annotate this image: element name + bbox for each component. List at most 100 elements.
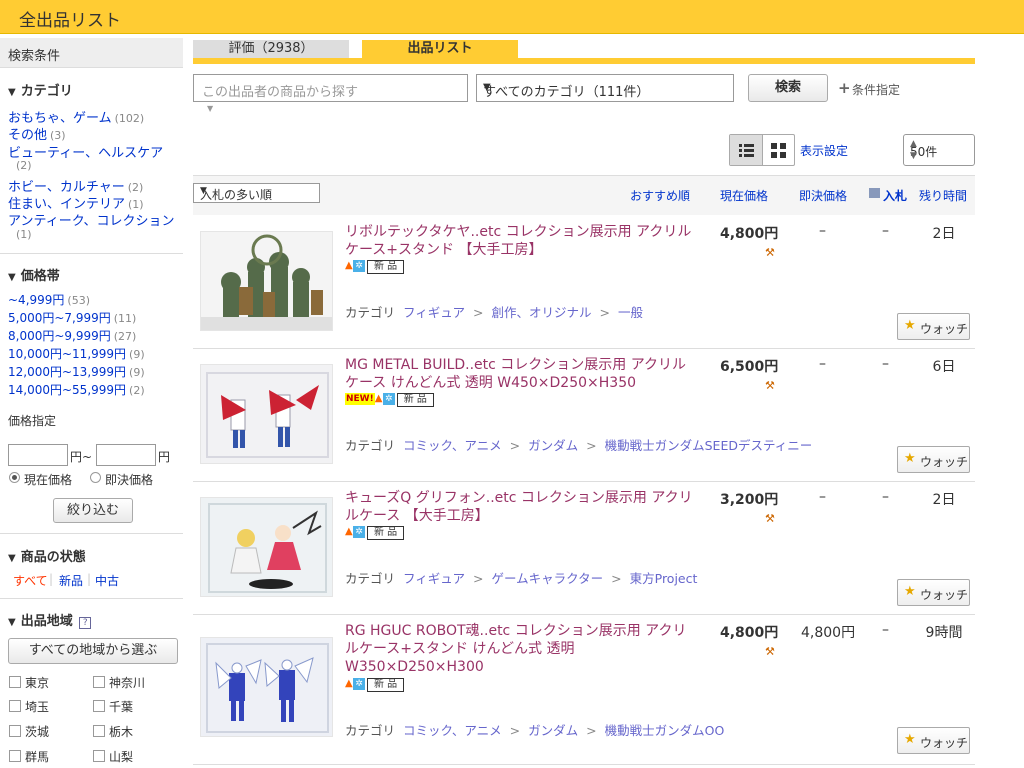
category-crumb[interactable]: 機動戦士ガンダムOO	[605, 723, 725, 738]
star-icon: ★	[904, 318, 916, 333]
yen-range-label: 円~	[70, 450, 93, 464]
sort-current-price[interactable]: 現在価格	[720, 187, 768, 204]
price-range-link[interactable]: 12,000円~13,999円 (9)	[8, 363, 145, 380]
category-crumb[interactable]: ガンダム	[528, 723, 578, 738]
radio-buyitnow-price[interactable]	[90, 472, 101, 483]
condition-section-title[interactable]: ▼ 商品の状態	[8, 546, 86, 565]
figure-image	[201, 638, 332, 736]
fire-icon: ▲	[345, 526, 353, 537]
region-checkbox[interactable]	[9, 700, 21, 712]
category-crumb[interactable]: 機動戦士ガンダムSEEDデスティニー	[605, 438, 813, 453]
fire-icon: ▲	[345, 678, 353, 689]
category-crumb[interactable]: コミック、アニメ	[403, 723, 502, 738]
category-select[interactable]: すべてのカテゴリ（111件） ▼	[476, 74, 734, 102]
list-item: キューズQ グリフォン..etc コレクション展示用 アクリルケース 【大手工房…	[193, 482, 975, 615]
brand-icon: ✲	[353, 678, 365, 690]
category-link[interactable]: その他 (3)	[8, 124, 66, 143]
region-checkbox[interactable]	[9, 676, 21, 688]
item-badges: NEW!▲ ✲ 新 品	[345, 393, 434, 407]
bid-count: –	[882, 356, 889, 372]
region-checkbox[interactable]	[93, 676, 105, 688]
price-range-link[interactable]: 8,000円~9,999円 (27)	[8, 327, 136, 344]
price-range-link[interactable]: 5,000円~7,999円 (11)	[8, 309, 136, 326]
bid-count: –	[882, 489, 889, 505]
select-region-button[interactable]: すべての地域から選ぶ	[8, 638, 178, 664]
list-view-icon	[739, 144, 754, 157]
radio-current-price[interactable]	[9, 472, 20, 483]
item-thumbnail[interactable]	[200, 364, 333, 464]
watch-button[interactable]: ★ ウォッチ	[897, 579, 970, 606]
category-crumb[interactable]: コミック、アニメ	[403, 438, 502, 453]
tab-underline	[193, 58, 975, 64]
region-checkbox[interactable]	[93, 700, 105, 712]
price-range-section-title[interactable]: ▼ 価格帯	[8, 265, 60, 284]
per-page-select[interactable]: 50件 ▲ ▼	[903, 134, 975, 166]
price-min-input[interactable]	[8, 444, 68, 466]
plus-icon[interactable]: +	[838, 79, 851, 97]
chevron-down-icon: ▼	[910, 151, 917, 161]
yen-label: 円	[158, 450, 171, 464]
category-link[interactable]: アンティーク、コレクション	[8, 210, 175, 229]
item-category-path: カテゴリ フィギュア > 創作、オリジナル > 一般	[345, 305, 644, 320]
price-range-link[interactable]: ~4,999円 (53)	[8, 291, 90, 308]
seller-search-input[interactable]: この出品者の商品から探す	[193, 74, 468, 102]
triangle-down-icon: ▼	[8, 87, 16, 98]
sort-bids[interactable]: 入札	[883, 187, 907, 204]
advanced-search-link[interactable]: 条件指定	[852, 81, 900, 98]
sort-icon	[869, 188, 880, 198]
divider	[0, 533, 183, 534]
caret-down-icon: ▼	[207, 104, 214, 113]
list-view-button[interactable]	[730, 135, 763, 165]
item-thumbnail[interactable]	[200, 637, 333, 737]
item-title-link[interactable]: キューズQ グリフォン..etc コレクション展示用 アクリルケース 【大手工房…	[345, 489, 697, 525]
region-checkbox[interactable]	[9, 725, 21, 737]
condition-used[interactable]: 中古	[95, 572, 119, 589]
region-checkbox[interactable]	[9, 750, 21, 762]
item-title-link[interactable]: MG METAL BUILD..etc コレクション展示用 アクリルケース けん…	[345, 356, 697, 392]
watch-button[interactable]: ★ ウォッチ	[897, 446, 970, 473]
price-range-link[interactable]: 10,000円~11,999円 (9)	[8, 345, 145, 362]
category-crumb[interactable]: ガンダム	[528, 438, 578, 453]
category-crumb[interactable]: 創作、オリジナル	[492, 305, 592, 320]
item-title-link[interactable]: RG HGUC ROBOT魂..etc コレクション展示用 アクリルケース+スタ…	[345, 622, 697, 676]
chevron-down-icon: ▼	[483, 82, 491, 93]
region-checkbox[interactable]	[93, 725, 105, 737]
sort-select[interactable]: 入札の多い順 ▼	[193, 183, 320, 203]
region-section-title[interactable]: ▼ 出品地域 ?	[8, 610, 92, 629]
grid-view-button[interactable]	[763, 135, 795, 165]
condition-all[interactable]: すべて	[13, 572, 48, 589]
region-checkbox[interactable]	[93, 750, 105, 762]
brand-icon: ✲	[353, 526, 365, 538]
category-crumb[interactable]: フィギュア	[403, 571, 465, 586]
page-title: 全出品リスト	[19, 11, 121, 31]
price-max-input[interactable]	[96, 444, 156, 466]
sort-time-left[interactable]: 残り時間	[919, 187, 967, 204]
display-settings-link[interactable]: 表示設定	[800, 142, 848, 159]
list-item: MG METAL BUILD..etc コレクション展示用 アクリルケース けん…	[193, 349, 975, 482]
triangle-down-icon: ▼	[8, 272, 16, 283]
filter-button[interactable]: 絞り込む	[53, 498, 133, 523]
chevron-down-icon: ▼	[200, 186, 207, 196]
item-thumbnail[interactable]	[200, 231, 333, 331]
category-crumb[interactable]: 東方Project	[630, 571, 698, 586]
item-badges: ▲ ✲ 新 品	[345, 526, 405, 540]
search-placeholder: この出品者の商品から探す	[202, 85, 359, 100]
sort-buyitnow-price[interactable]: 即決価格	[799, 187, 847, 204]
search-button[interactable]: 検索	[748, 74, 828, 102]
watch-button[interactable]: ★ ウォッチ	[897, 313, 970, 340]
price-range-link[interactable]: 14,000円~55,999円 (2)	[8, 381, 145, 398]
help-icon[interactable]: ?	[79, 617, 92, 629]
category-crumb[interactable]: ゲームキャラクター	[492, 571, 604, 586]
category-crumb[interactable]: フィギュア	[403, 305, 465, 320]
item-thumbnail[interactable]	[200, 497, 333, 597]
item-category-path: カテゴリ コミック、アニメ > ガンダム > 機動戦士ガンダムOO	[345, 723, 725, 738]
condition-new[interactable]: 新品	[59, 572, 83, 589]
sort-recommend[interactable]: おすすめ順	[630, 187, 690, 204]
item-title-link[interactable]: リボルテックタケヤ..etc コレクション展示用 アクリルケース+スタンド 【大…	[345, 223, 697, 259]
category-crumb[interactable]: 一般	[618, 305, 643, 320]
separator: |	[49, 572, 54, 586]
time-left: 2日	[932, 226, 956, 242]
main-content: 評価（2938） 出品リスト この出品者の商品から探す ▼ すべてのカテゴリ（1…	[193, 38, 975, 768]
watch-button[interactable]: ★ ウォッチ	[897, 727, 970, 754]
category-section-title[interactable]: ▼ カテゴリ	[8, 80, 73, 99]
